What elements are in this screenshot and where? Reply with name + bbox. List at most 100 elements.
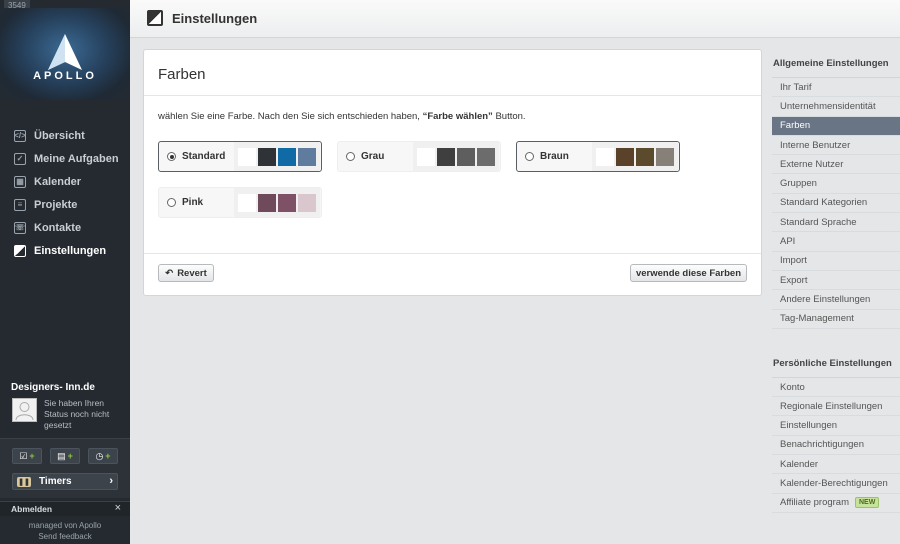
- settings-link-affiliate-program[interactable]: Affiliate program NEW: [772, 494, 900, 513]
- divider: [144, 253, 761, 254]
- color-option-grau[interactable]: Grau: [337, 141, 501, 172]
- plus-icon: +: [29, 451, 35, 461]
- settings-link-export[interactable]: Export: [772, 271, 900, 291]
- color-swatch: [298, 147, 316, 166]
- send-feedback-link[interactable]: Send feedback: [0, 531, 130, 542]
- settings-sidebar: Allgemeine Einstellungen Ihr Tarif Untern…: [772, 50, 900, 513]
- settings-link-ihr-tarif[interactable]: Ihr Tarif: [772, 78, 900, 98]
- settings-link-label: Einstellungen: [780, 420, 838, 432]
- swatch-group: [234, 188, 320, 217]
- main-nav: </> Übersicht ✓ Meine Aufgaben ▦ Kalender ≡ Pro…: [0, 124, 130, 262]
- task-icon: ☑: [19, 450, 28, 461]
- settings-link-import[interactable]: Import: [772, 252, 900, 271]
- swatch-group: [234, 142, 320, 171]
- avatar[interactable]: [12, 398, 37, 422]
- nav-item-kalender[interactable]: ▦ Kalender: [0, 170, 130, 193]
- radio-standard[interactable]: [167, 152, 176, 161]
- settings-link-andere-einstellungen[interactable]: Andere Einstellungen: [772, 290, 900, 310]
- nav-item-kontakte[interactable]: ☏ Kontakte: [0, 216, 130, 239]
- settings-link-regionale-einstellungen[interactable]: Regionale Einstellungen: [772, 397, 900, 417]
- close-icon[interactable]: ×: [115, 502, 121, 514]
- settings-link-externe-nutzer[interactable]: Externe Nutzer: [772, 155, 900, 175]
- nav-item-label: Kontakte: [34, 221, 82, 234]
- color-swatch: [258, 147, 276, 166]
- color-swatch: [477, 147, 495, 166]
- color-swatch: [656, 147, 674, 166]
- color-swatch: [298, 193, 316, 212]
- settings-link-label: Regionale Einstellungen: [780, 400, 883, 412]
- settings-link-konto[interactable]: Konto: [772, 378, 900, 398]
- settings-link-label: Standard Sprache: [780, 216, 857, 228]
- color-swatch: [616, 147, 634, 166]
- settings-link-interne-benutzer[interactable]: Interne Benutzer: [772, 136, 900, 156]
- user-block: Designers- Inn.de Sie haben Ihren Status…: [0, 378, 130, 438]
- settings-link-standard-kategorien[interactable]: Standard Kategorien: [772, 194, 900, 214]
- color-option-braun[interactable]: Braun: [516, 141, 680, 172]
- apollo-logo[interactable]: APOLLO: [0, 8, 130, 100]
- settings-link-label: Kalender-Berechtigungen: [780, 477, 888, 489]
- apply-colors-button[interactable]: verwende diese Farben: [630, 264, 747, 282]
- plus-icon: +: [67, 451, 73, 461]
- general-settings-heading: Allgemeine Einstellungen: [772, 50, 900, 78]
- settings-link-standard-sprache[interactable]: Standard Sprache: [772, 213, 900, 233]
- nav-item-meine-aufgaben[interactable]: ✓ Meine Aufgaben: [0, 147, 130, 170]
- nav-item-projekte[interactable]: ≡ Projekte: [0, 193, 130, 216]
- settings-icon: [147, 10, 163, 26]
- settings-link-label: Kalender: [780, 458, 819, 470]
- chevron-right-icon: ›: [109, 475, 113, 487]
- nav-item-label: Kalender: [34, 175, 82, 188]
- settings-link-tag-management[interactable]: Tag-Management: [772, 310, 900, 329]
- color-swatch: [437, 147, 455, 166]
- settings-link-unternehmensidentität[interactable]: Unternehmensidentität: [772, 97, 900, 117]
- divider: [144, 95, 761, 96]
- color-swatch: [278, 193, 296, 212]
- user-status-text[interactable]: Sie haben Ihren Status noch nicht gesetz…: [44, 398, 124, 431]
- timers-button[interactable]: ❚❚ Timers ›: [12, 473, 118, 490]
- settings-icon: [14, 244, 26, 257]
- radio-braun[interactable]: [525, 152, 534, 161]
- settings-link-label: Andere Einstellungen: [780, 293, 871, 305]
- logout-bar: Abmelden ×: [0, 501, 130, 516]
- settings-link-einstellungen[interactable]: Einstellungen: [772, 416, 900, 436]
- color-option-pink[interactable]: Pink: [158, 187, 322, 218]
- radio-pink[interactable]: [167, 198, 176, 207]
- settings-link-label: Unternehmensidentität: [780, 100, 876, 112]
- revert-button[interactable]: ↶ Revert: [158, 264, 214, 282]
- pause-icon: ❚❚: [17, 476, 31, 487]
- personal-settings-heading: Persönliche Einstellungen: [772, 350, 900, 378]
- settings-link-farben[interactable]: Farben: [772, 116, 900, 136]
- color-option-standard[interactable]: Standard: [158, 141, 322, 172]
- settings-link-gruppen[interactable]: Gruppen: [772, 174, 900, 194]
- settings-link-api[interactable]: API: [772, 232, 900, 252]
- settings-link-kalender-berechtigungen[interactable]: Kalender-Berechtigungen: [772, 474, 900, 494]
- color-option-label: Grau: [361, 151, 385, 162]
- add-note-button[interactable]: ▤ +: [50, 448, 80, 464]
- settings-link-label: Externe Nutzer: [780, 158, 844, 170]
- nav-item-einstellungen[interactable]: Einstellungen: [0, 239, 130, 262]
- add-task-button[interactable]: ☑ +: [12, 448, 42, 464]
- swatch-group: [413, 142, 499, 171]
- color-option-label: Braun: [540, 151, 569, 162]
- settings-link-label: Interne Benutzer: [780, 139, 851, 151]
- plus-icon: +: [105, 451, 111, 461]
- undo-icon: ↶: [165, 267, 174, 279]
- revert-label: Revert: [177, 267, 207, 279]
- panel-title: Farben: [158, 66, 206, 83]
- logout-link[interactable]: Abmelden: [11, 504, 52, 514]
- radio-grau[interactable]: [346, 152, 355, 161]
- quick-actions: ☑ + ▤ + ◷ + ❚❚ Timers ›: [0, 438, 130, 498]
- color-swatch: [238, 193, 256, 212]
- nav-item-übersicht[interactable]: </> Übersicht: [0, 124, 130, 147]
- add-time-button[interactable]: ◷ +: [88, 448, 118, 464]
- color-swatch: [636, 147, 654, 166]
- settings-link-label: Import: [780, 255, 807, 267]
- user-name[interactable]: Designers- Inn.de: [11, 382, 95, 393]
- clock-icon: ◷: [95, 450, 104, 461]
- settings-link-label: Affiliate program: [780, 497, 849, 509]
- settings-link-benachrichtigungen[interactable]: Benachrichtigungen: [772, 436, 900, 456]
- settings-link-label: Benachrichtigungen: [780, 439, 864, 451]
- instruction-text: wählen Sie eine Farbe. Nach den Sie sich…: [158, 111, 526, 122]
- settings-link-kalender[interactable]: Kalender: [772, 455, 900, 475]
- page-title: Einstellungen: [172, 11, 258, 26]
